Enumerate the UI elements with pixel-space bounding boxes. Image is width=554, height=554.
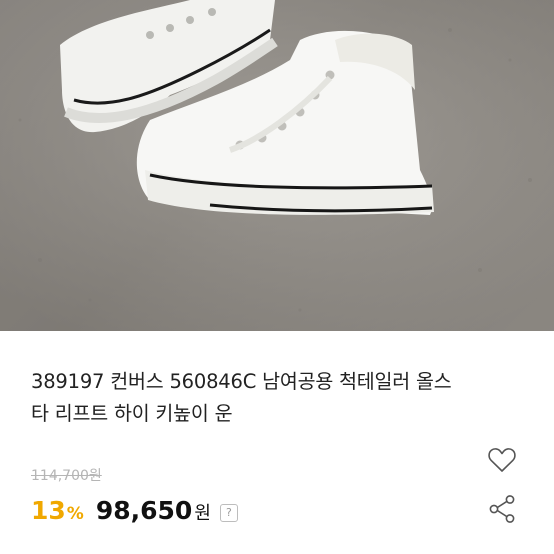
share-icon xyxy=(489,495,515,523)
product-image[interactable] xyxy=(0,0,554,331)
sale-price-unit: 원 xyxy=(194,503,211,524)
product-title: 389197 컨버스 560846C 남여공용 척테일러 올스 타 리프트 하이… xyxy=(31,366,521,430)
product-title-line2: 타 리프트 하이 키높이 운 xyxy=(31,402,233,425)
price-row: 13 % 98,650 원 ? xyxy=(31,496,238,530)
original-price: 114,700원 xyxy=(31,468,102,484)
product-title-line1: 389197 컨버스 560846C 남여공용 척테일러 올스 xyxy=(31,370,452,393)
sneaker-photo xyxy=(0,0,554,331)
price-help-icon[interactable]: ? xyxy=(219,504,238,522)
heart-outline-icon xyxy=(488,448,516,472)
discount-percent-symbol: % xyxy=(66,504,84,524)
wishlist-button[interactable] xyxy=(486,444,518,476)
discount-rate: 13 xyxy=(31,496,66,525)
sale-price: 98,650 xyxy=(95,496,193,525)
share-button[interactable] xyxy=(487,493,517,525)
